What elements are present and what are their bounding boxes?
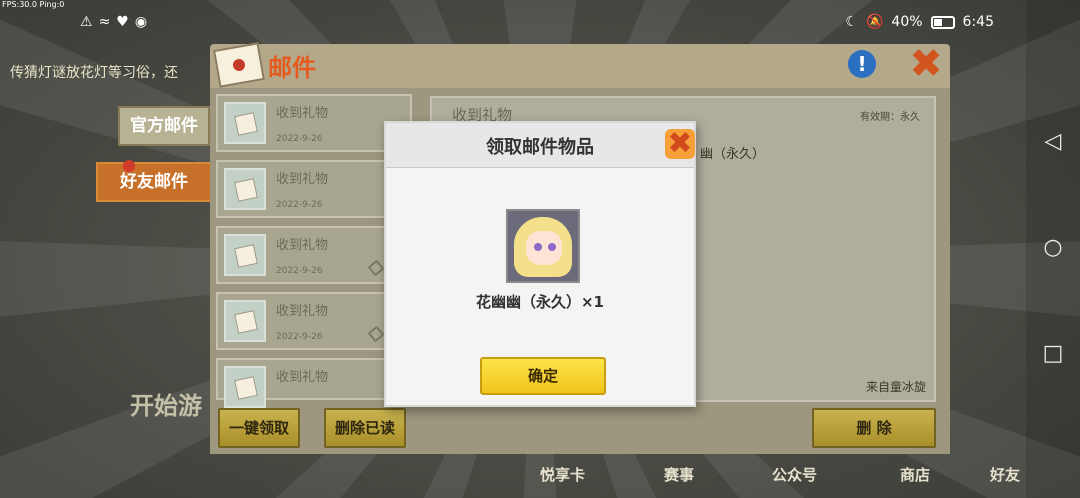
weibo-icon: ◉ xyxy=(134,14,148,30)
envelope-icon xyxy=(224,168,266,210)
claim-dialog: 领取邮件物品 ✖ 花幽幽（永久）×1 确定 xyxy=(384,121,696,407)
detail-item-text: 幽（永久） xyxy=(700,147,766,162)
nav-official-account[interactable]: 公众号 xyxy=(772,464,817,485)
close-icon[interactable]: ✖ xyxy=(906,44,946,84)
recents-icon[interactable]: □ xyxy=(1041,342,1065,366)
news-ticker: 传猜灯谜放花灯等习俗，还 xyxy=(10,65,178,81)
confirm-button[interactable]: 确定 xyxy=(480,357,606,395)
nav-vip-card[interactable]: 悦享卡 xyxy=(540,464,585,485)
mail-item-title: 收到礼物 xyxy=(276,106,329,121)
mute-icon: 🔕 xyxy=(865,14,884,30)
envelope-icon xyxy=(224,102,266,144)
nav-shop[interactable]: 商店 xyxy=(900,464,930,485)
reward-item-icon xyxy=(506,209,580,283)
mail-item[interactable]: 收到礼物 2022-9-26 xyxy=(216,292,412,350)
unread-dot xyxy=(123,160,135,172)
attachment-icon xyxy=(367,259,385,277)
alert-icon: ⚠ xyxy=(80,14,93,30)
mail-item[interactable]: 收到礼物 2022-9-26 xyxy=(216,160,412,218)
delete-read-button[interactable]: 删除已读 xyxy=(324,408,406,448)
tab-official-mail[interactable]: 官方邮件 xyxy=(118,106,210,146)
wifi-icon: ≈ xyxy=(98,14,111,30)
mail-item-date: 2022-9-26 xyxy=(276,200,323,210)
attachment-icon xyxy=(367,325,385,343)
home-icon[interactable]: ○ xyxy=(1041,236,1065,260)
mail-item[interactable]: 收到礼物 xyxy=(216,358,412,408)
mail-envelope-icon xyxy=(213,42,265,88)
claim-all-button[interactable]: 一键领取 xyxy=(218,408,300,448)
start-game-label: 开始游 xyxy=(130,392,202,420)
mail-item-title: 收到礼物 xyxy=(276,304,329,319)
android-nav-bar: ◁ ○ □ xyxy=(1026,0,1080,498)
mail-item[interactable]: 收到礼物 2022-9-26 xyxy=(216,94,412,152)
tab-friend-mail[interactable]: 好友邮件 xyxy=(96,162,212,202)
mail-header xyxy=(210,44,950,88)
delete-button[interactable]: 删 除 xyxy=(812,408,936,448)
nav-events[interactable]: 赛事 xyxy=(664,464,694,485)
mail-item-title: 收到礼物 xyxy=(276,172,329,187)
heart-icon: ♥ xyxy=(116,14,129,30)
envelope-icon xyxy=(224,234,266,276)
clock: 6:45 xyxy=(962,14,994,30)
mail-item[interactable]: 收到礼物 2022-9-26 xyxy=(216,226,412,284)
dialog-title: 领取邮件物品 xyxy=(486,137,594,158)
detail-validity: 有效期：永久 xyxy=(860,112,920,123)
mail-item-title: 收到礼物 xyxy=(276,238,329,253)
back-icon[interactable]: ◁ xyxy=(1041,130,1065,154)
mail-title: 邮件 xyxy=(268,54,316,82)
info-icon[interactable]: ! xyxy=(848,50,876,78)
battery-icon xyxy=(930,15,955,29)
fps-readout: FPS:30.0 Ping:0 xyxy=(2,0,65,9)
notification-icons: ⚠ ≈ ♥ ◉ xyxy=(80,14,147,30)
mail-item-date: 2022-9-26 xyxy=(276,332,323,342)
mail-item-date: 2022-9-26 xyxy=(276,134,323,144)
envelope-icon xyxy=(224,300,266,342)
nav-friends[interactable]: 好友 xyxy=(990,464,1020,485)
mail-item-title: 收到礼物 xyxy=(276,370,329,385)
moon-icon: ☾ xyxy=(845,14,858,30)
battery-percent: 40% xyxy=(891,14,923,30)
dialog-close-icon[interactable]: ✖ xyxy=(665,129,695,159)
detail-sender: 来自童冰旋 xyxy=(865,380,926,394)
mail-item-date: 2022-9-26 xyxy=(276,266,323,276)
status-right: ☾ 🔕 40% 6:45 xyxy=(845,14,994,30)
envelope-icon xyxy=(224,366,266,408)
reward-name: 花幽幽（永久）×1 xyxy=(475,293,604,311)
status-bar: FPS:30.0 Ping:0 ⚠ ≈ ♥ ◉ ☾ 🔕 40% 6:45 xyxy=(0,0,1080,46)
